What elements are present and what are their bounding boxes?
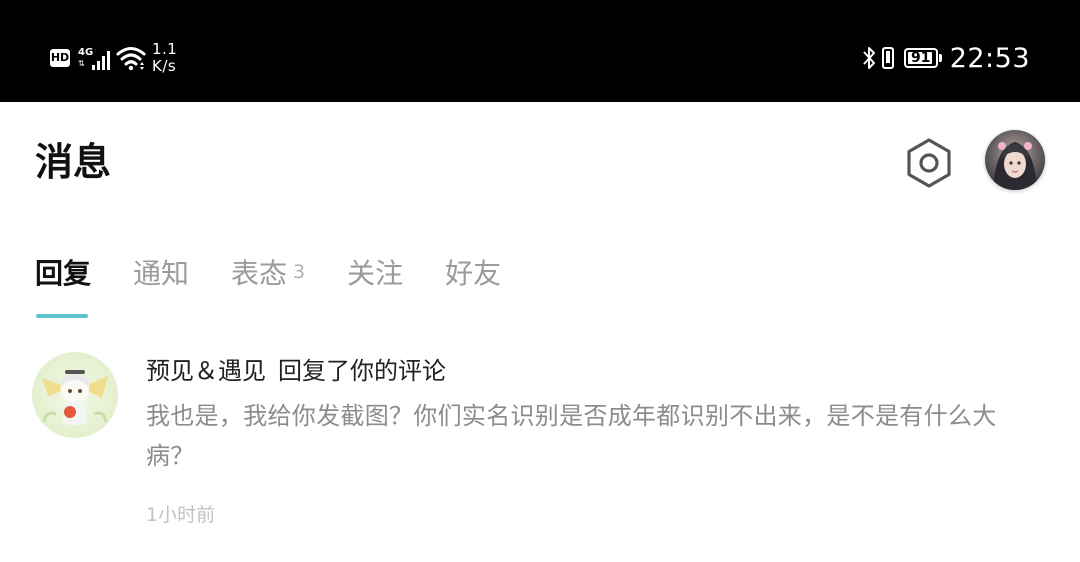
reply-timestamp: 1小时前 (146, 504, 216, 526)
vibrate-icon (881, 47, 894, 69)
status-right: 91 22:53 (862, 40, 1030, 76)
wifi-icon (116, 47, 146, 71)
tab-label: 关注 (347, 257, 404, 290)
list-item[interactable]: 预见＆遇见 回复了你的评论 我也是，我给你发截图？你们实名识别是否成年都识别不出来… (0, 340, 1080, 540)
speed-unit: K/s (152, 57, 177, 75)
signal-icon (92, 51, 110, 70)
page-title: 消息 (35, 140, 112, 184)
tab-reply[interactable]: 回复 (35, 254, 91, 294)
speed-value: 1.1 (152, 40, 178, 58)
reply-username[interactable]: 预见＆遇见 (146, 357, 266, 385)
avatar-image (985, 130, 1045, 190)
settings-button[interactable] (902, 136, 956, 190)
status-bar: HD 4G ⇅ 1.1 K/s 91 22:53 (0, 0, 1080, 102)
network-speed: 1.1 K/s (152, 41, 177, 75)
battery-tip (938, 54, 942, 62)
reply-action-text: 回复了你的评论 (278, 357, 446, 385)
status-clock: 22:53 (949, 42, 1030, 74)
network-indicator: 4G ⇅ (78, 43, 114, 73)
tab-label: 好友 (445, 257, 502, 290)
reply-avatar[interactable] (32, 352, 118, 438)
battery-icon: 91 (903, 48, 938, 68)
tab-friends[interactable]: 好友 (445, 254, 501, 294)
hexagon-settings-icon (907, 138, 951, 188)
data-arrows-icon: ⇅ (78, 59, 85, 68)
tab-follow[interactable]: 关注 (347, 254, 403, 294)
reply-header: 预见＆遇见 回复了你的评论 (146, 354, 446, 388)
tab-label: 表态 (231, 257, 288, 290)
tab-notification[interactable]: 通知 (133, 254, 189, 294)
status-left: HD 4G ⇅ 1.1 K/s (50, 38, 177, 78)
avatar-image (32, 352, 118, 438)
hd-badge: HD (50, 49, 70, 67)
message-tabs: 回复 通知 表态 3 关注 好友 (35, 250, 543, 294)
tab-reaction[interactable]: 表态 3 (231, 254, 305, 294)
tab-count-badge: 3 (293, 261, 306, 283)
battery-level: 91 (910, 50, 931, 66)
user-avatar[interactable] (985, 130, 1045, 190)
tab-label: 通知 (133, 257, 190, 290)
bluetooth-icon (862, 47, 875, 69)
reply-content: 我也是，我给你发截图？你们实名识别是否成年都识别不出来，是不是有什么大病？ (146, 402, 997, 470)
network-type: 4G (78, 47, 94, 58)
active-tab-indicator (36, 314, 88, 318)
tab-label: 回复 (35, 257, 92, 290)
